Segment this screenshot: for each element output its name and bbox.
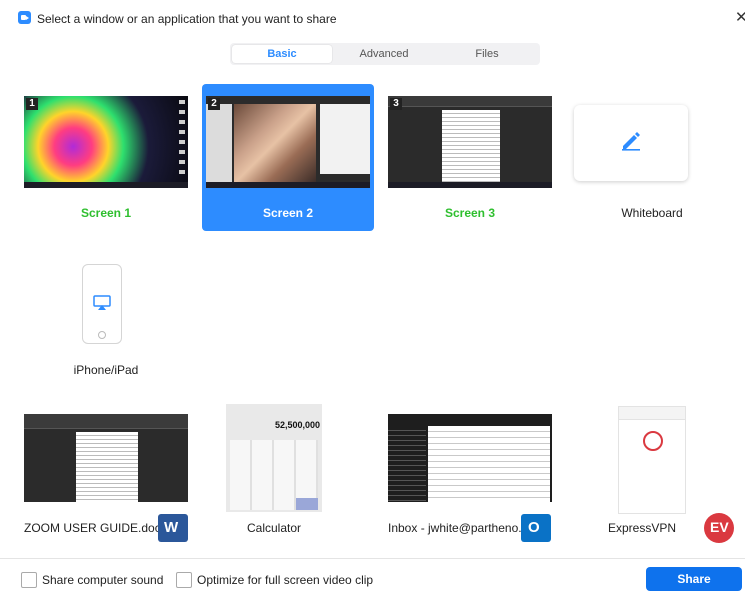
document-ribbon [24, 414, 188, 429]
screen-number-badge: 3 [390, 98, 402, 110]
word-logo-icon: W [158, 514, 188, 542]
screen-2-label: Screen 2 [262, 206, 314, 220]
window-pane [206, 104, 232, 182]
expressvpn-logo-icon: EV [704, 513, 734, 543]
screen-3-label: Screen 3 [444, 206, 496, 220]
screen-number-badge: 2 [208, 98, 220, 110]
window-pane [320, 104, 370, 174]
document-page [76, 432, 138, 502]
share-tabs: Basic Advanced Files [230, 43, 540, 65]
taskbar [206, 182, 370, 188]
share-sound-checkbox[interactable] [21, 572, 37, 588]
title-bar: Select a window or an application that y… [0, 0, 745, 30]
screen-3-tile[interactable]: 3 Screen 3 [384, 84, 556, 231]
expressvpn-window-label: ExpressVPN [608, 521, 677, 535]
outlook-logo-icon: O [521, 514, 551, 542]
screen-2-tile[interactable]: 2 Screen 2 [202, 84, 374, 231]
camera-photo [234, 104, 316, 182]
tab-files[interactable]: Files [436, 45, 538, 63]
vpn-title-bar [619, 407, 685, 420]
word-logo-letter: W [164, 519, 179, 536]
outlook-window-thumbnail[interactable] [388, 414, 552, 502]
screen-1-label: Screen 1 [80, 206, 132, 220]
screen-1-tile[interactable]: 1 Screen 1 [20, 84, 192, 231]
airplay-icon [93, 295, 111, 310]
footer-divider [0, 558, 745, 559]
calculator-equals-key [296, 498, 318, 510]
calculator-keypad [230, 440, 318, 510]
expressvpn-logo-letters: EV [710, 519, 729, 535]
iphone-ipad-label: iPhone/iPad [73, 363, 139, 377]
optimize-video-label: Optimize for full screen video clip [197, 573, 374, 587]
share-sound-label: Share computer sound [42, 573, 164, 587]
whiteboard-label: Whiteboard [621, 206, 683, 220]
calculator-window-thumbnail[interactable]: 52,500,000 [226, 404, 322, 512]
window-title: Select a window or an application that y… [37, 12, 337, 26]
zoom-app-icon [18, 11, 31, 24]
screen-1-thumbnail: 1 [24, 96, 188, 188]
folder-pane [388, 426, 426, 502]
pencil-icon [622, 132, 640, 151]
word-window-label: ZOOM USER GUIDE.docx... [24, 521, 177, 535]
optimize-video-checkbox[interactable] [176, 572, 192, 588]
document-ribbon [388, 96, 552, 107]
screen-2-thumbnail: 2 [206, 96, 370, 188]
calculator-display: 52,500,000 [274, 420, 320, 430]
taskbar [388, 182, 552, 188]
screen-number-badge: 1 [26, 98, 38, 110]
power-icon [643, 431, 663, 451]
whiteboard-tile[interactable]: Whiteboard [566, 84, 738, 231]
document-page [442, 110, 500, 182]
outlook-window-label: Inbox - jwhite@partheno... [388, 521, 529, 535]
home-button [98, 331, 106, 339]
phone-frame [82, 264, 122, 344]
whiteboard-card [574, 105, 688, 181]
word-window-thumbnail[interactable] [24, 414, 188, 502]
close-icon[interactable]: ✕ [735, 8, 745, 26]
iphone-ipad-tile[interactable]: iPhone/iPad [20, 248, 192, 395]
tab-advanced[interactable]: Advanced [334, 45, 434, 63]
calculator-window-label: Calculator [247, 521, 302, 535]
message-pane [428, 426, 550, 502]
desktop-icons [179, 100, 185, 175]
outlook-logo-letter: O [528, 519, 540, 536]
tab-basic[interactable]: Basic [232, 45, 332, 63]
taskbar [24, 182, 188, 188]
screen-3-thumbnail: 3 [388, 96, 552, 188]
share-button[interactable]: Share [646, 567, 742, 591]
expressvpn-window-thumbnail[interactable] [618, 406, 686, 514]
